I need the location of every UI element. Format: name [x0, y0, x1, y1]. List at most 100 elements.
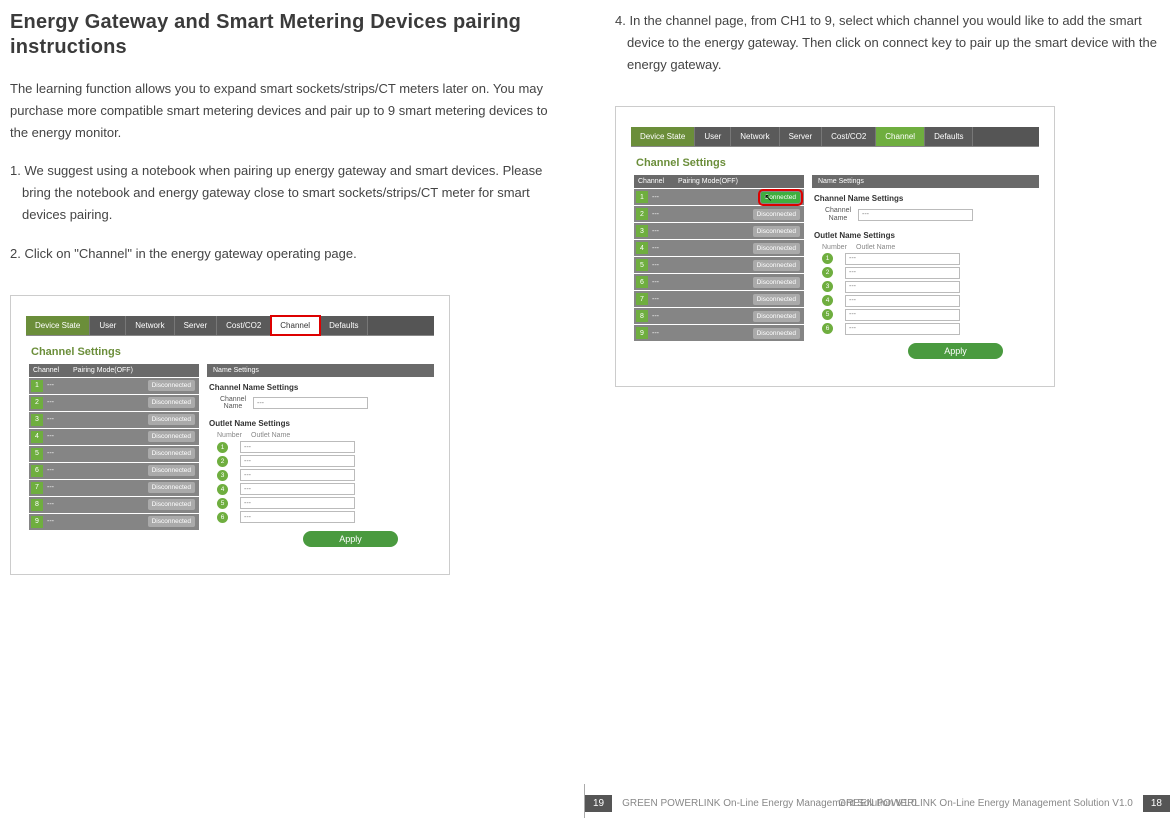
outlet-name-input[interactable]	[845, 267, 960, 279]
intro-paragraph: The learning function allows you to expa…	[10, 78, 555, 144]
tab-network[interactable]: Network	[731, 127, 779, 146]
outlet-name-settings-title: Outlet Name Settings	[209, 419, 434, 428]
apply-button[interactable]: Apply	[908, 343, 1003, 359]
channel-name-label: Channel Name	[818, 207, 858, 222]
col-channel: Channel	[33, 367, 73, 374]
status-badge[interactable]: Disconnected	[753, 226, 800, 237]
channel-row: 9---Disconnected	[634, 324, 804, 341]
page-number: 19	[585, 795, 612, 812]
outlet-name-input[interactable]	[240, 469, 355, 481]
outlet-name-input[interactable]	[240, 511, 355, 523]
status-badge[interactable]: Disconnected	[148, 380, 195, 391]
channel-row: 7---Disconnected	[29, 479, 199, 496]
outlet-name-settings-title: Outlet Name Settings	[814, 231, 1039, 240]
channel-list: Channel Pairing Mode(OFF) 1---Disconnect…	[29, 364, 199, 559]
channel-list: Channel Pairing Mode(OFF) 1---Connected …	[634, 175, 804, 370]
col-outlet-name: Outlet Name	[251, 432, 290, 439]
col-name-settings: Name Settings	[207, 364, 434, 377]
footer-text: GREEN POWERLINK On-Line Energy Managemen…	[612, 798, 927, 809]
outlet-name-input[interactable]	[845, 295, 960, 307]
status-badge[interactable]: Disconnected	[753, 243, 800, 254]
step-2: 2. Click on "Channel" in the energy gate…	[10, 243, 555, 265]
tab-server[interactable]: Server	[780, 127, 823, 146]
screenshot-channel-connected: Device State User Network Server Cost/CO…	[615, 106, 1055, 386]
tab-server[interactable]: Server	[175, 316, 218, 335]
screenshot-channel-tab: Device State User Network Server Cost/CO…	[10, 295, 450, 575]
status-badge[interactable]: Disconnected	[148, 465, 195, 476]
channel-name-input[interactable]	[858, 209, 973, 221]
col-number: Number	[822, 244, 856, 251]
manual-page-left: Energy Gateway and Smart Metering Device…	[0, 0, 585, 824]
status-badge[interactable]: Disconnected	[753, 260, 800, 271]
col-channel: Channel	[638, 178, 678, 185]
status-badge[interactable]: Disconnected	[753, 277, 800, 288]
status-badge[interactable]: Disconnected	[753, 311, 800, 322]
col-number: Number	[217, 432, 251, 439]
channel-row: 6---Disconnected	[634, 273, 804, 290]
channel-row: 4---Disconnected	[29, 428, 199, 445]
status-badge[interactable]: Disconnected	[148, 431, 195, 442]
tab-network[interactable]: Network	[126, 316, 174, 335]
channel-row: 1---Connected	[634, 188, 804, 205]
tab-channel[interactable]: Channel	[876, 127, 925, 146]
status-badge[interactable]: Disconnected	[753, 209, 800, 220]
status-badge[interactable]: Disconnected	[148, 482, 195, 493]
outlet-name-input[interactable]	[845, 309, 960, 321]
channel-row: 3---Disconnected	[634, 222, 804, 239]
channel-name-input[interactable]	[253, 397, 368, 409]
tab-user[interactable]: User	[90, 316, 126, 335]
tab-device-state[interactable]: Device State	[26, 316, 90, 335]
outlet-name-input[interactable]	[240, 455, 355, 467]
channel-row: 5---Disconnected	[634, 256, 804, 273]
panel-title: Channel Settings	[31, 346, 449, 358]
tab-user[interactable]: User	[695, 127, 731, 146]
status-badge[interactable]: Disconnected	[148, 414, 195, 425]
outlet-name-input[interactable]	[240, 483, 355, 495]
status-badge[interactable]: Disconnected	[148, 499, 195, 510]
tab-defaults[interactable]: Defaults	[925, 127, 973, 146]
outlet-name-input[interactable]	[845, 253, 960, 265]
step-1: 1. We suggest using a notebook when pair…	[10, 160, 555, 226]
manual-page-right: 4. In the channel page, from CH1 to 9, s…	[585, 0, 1170, 824]
status-badge-connected[interactable]: Connected	[761, 192, 800, 203]
footer-right: GREEN POWERLINK On-Line Energy Managemen…	[585, 795, 927, 812]
nav-tabs: Device State User Network Server Cost/CO…	[631, 127, 1039, 147]
apply-button[interactable]: Apply	[303, 531, 398, 547]
channel-name-settings-title: Channel Name Settings	[209, 383, 434, 392]
channel-row: 2---Disconnected	[29, 394, 199, 411]
channel-row: 8---Disconnected	[634, 307, 804, 324]
channel-row: 6---Disconnected	[29, 462, 199, 479]
channel-row: 2---Disconnected	[634, 205, 804, 222]
outlet-name-input[interactable]	[845, 323, 960, 335]
status-badge[interactable]: Disconnected	[148, 397, 195, 408]
page-number: 18	[1143, 795, 1170, 812]
channel-row: 1---Disconnected	[29, 377, 199, 394]
panel-title: Channel Settings	[636, 157, 1054, 169]
status-badge[interactable]: Disconnected	[753, 294, 800, 305]
channel-row: 8---Disconnected	[29, 496, 199, 513]
nav-tabs: Device State User Network Server Cost/CO…	[26, 316, 434, 336]
tab-cost-co2[interactable]: Cost/CO2	[217, 316, 271, 335]
step-4: 4. In the channel page, from CH1 to 9, s…	[615, 10, 1160, 76]
col-pairing: Pairing Mode(OFF)	[73, 367, 195, 374]
channel-name-label: Channel Name	[213, 396, 253, 411]
col-outlet-name: Outlet Name	[856, 244, 895, 251]
channel-row: 4---Disconnected	[634, 239, 804, 256]
tab-device-state[interactable]: Device State	[631, 127, 695, 146]
status-badge[interactable]: Disconnected	[753, 328, 800, 339]
status-badge[interactable]: Disconnected	[148, 448, 195, 459]
channel-name-settings-title: Channel Name Settings	[814, 194, 1039, 203]
status-badge[interactable]: Disconnected	[148, 516, 195, 527]
outlet-name-input[interactable]	[845, 281, 960, 293]
tab-channel[interactable]: Channel	[271, 316, 320, 335]
channel-row: 9---Disconnected	[29, 513, 199, 530]
tab-defaults[interactable]: Defaults	[320, 316, 368, 335]
col-pairing: Pairing Mode(OFF)	[678, 178, 800, 185]
channel-row: 3---Disconnected	[29, 411, 199, 428]
outlet-name-input[interactable]	[240, 441, 355, 453]
tab-cost-co2[interactable]: Cost/CO2	[822, 127, 876, 146]
outlet-name-input[interactable]	[240, 497, 355, 509]
channel-row: 5---Disconnected	[29, 445, 199, 462]
channel-row: 7---Disconnected	[634, 290, 804, 307]
col-name-settings: Name Settings	[812, 175, 1039, 188]
